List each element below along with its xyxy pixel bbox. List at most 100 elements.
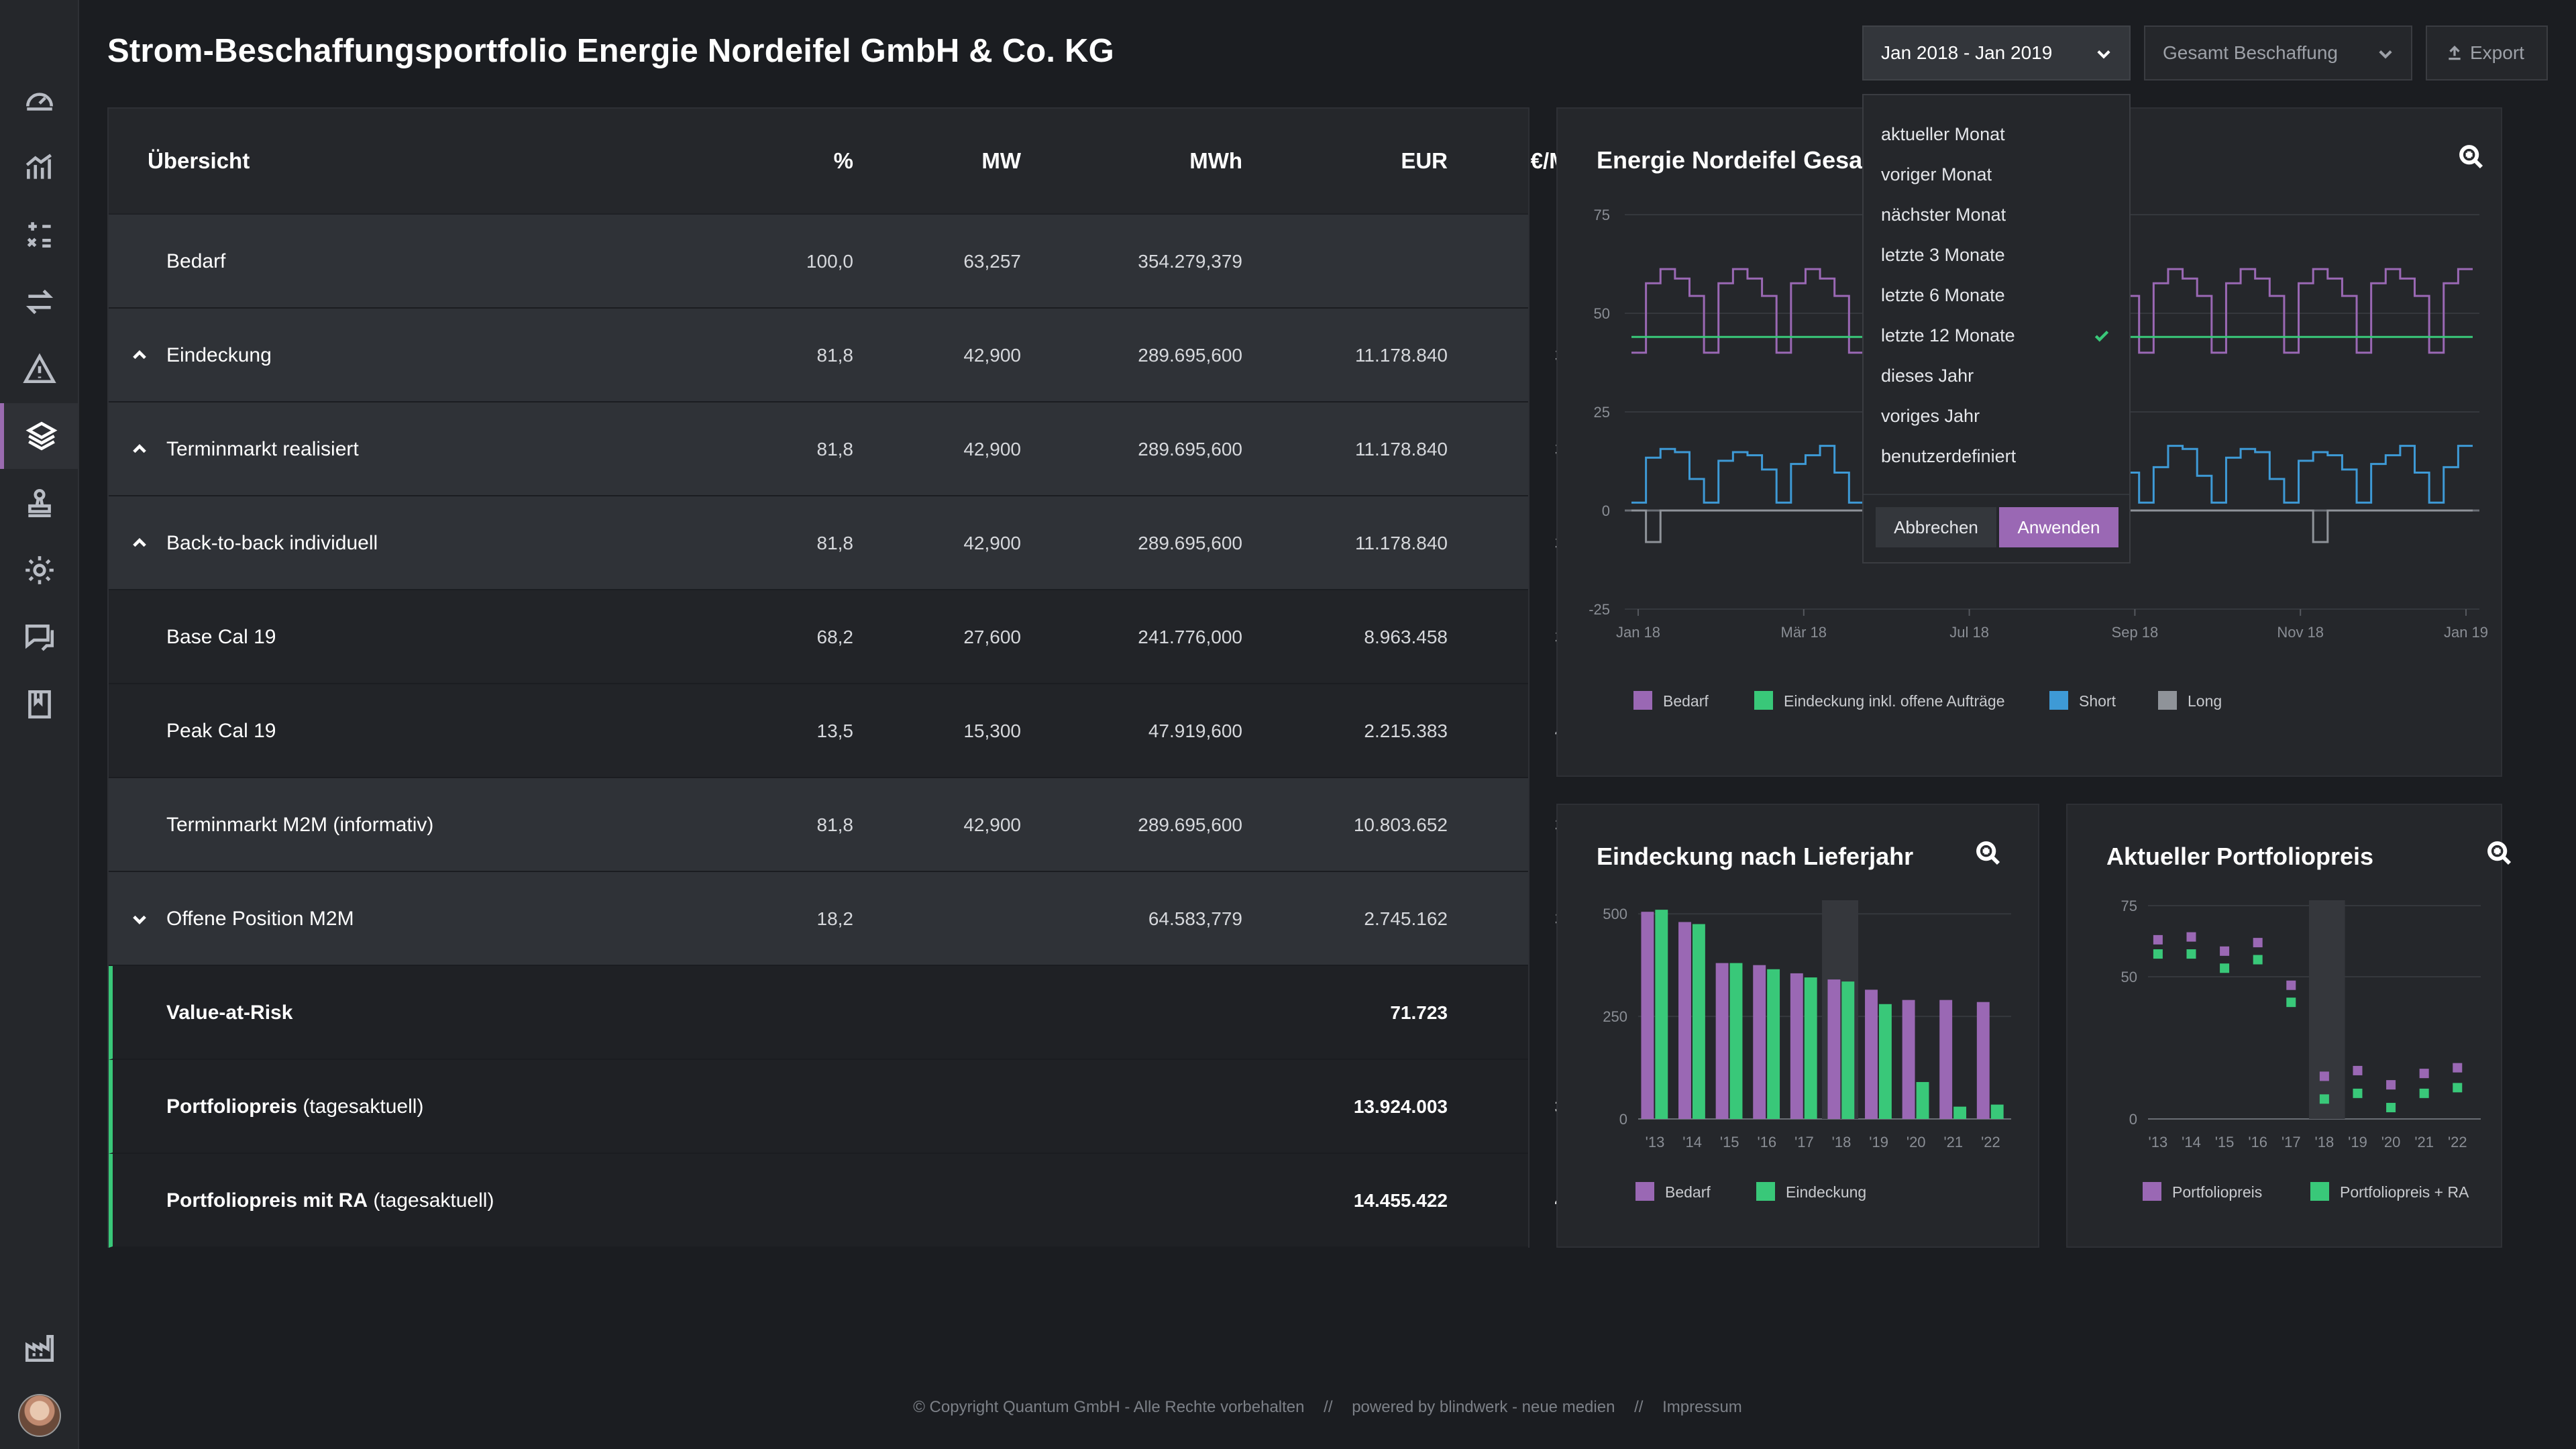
date-range-select[interactable]: Jan 2018 - Jan 2019 xyxy=(1862,25,2131,80)
x-tick-label: Sep 18 xyxy=(2112,624,2159,641)
nav-messages[interactable] xyxy=(0,604,79,670)
row-mwh: 289.695,600 xyxy=(1138,345,1242,366)
x-tick-label: '14 xyxy=(1682,1134,1702,1150)
x-tick-label: '13 xyxy=(2149,1134,2168,1150)
footer: © Copyright Quantum GmbH - Alle Rechte v… xyxy=(0,1398,2576,1417)
scope-value: Gesamt Beschaffung xyxy=(2163,42,2338,63)
dropdown-option[interactable]: voriger Monat xyxy=(1864,154,2129,195)
dropdown-option[interactable]: voriges Jahr xyxy=(1864,396,2129,436)
legend-swatch xyxy=(1754,691,1773,710)
option-label: dieses Jahr xyxy=(1881,365,1974,386)
table-row[interactable]: Back-to-back individuell 81,8 42,900 289.69… xyxy=(109,496,1602,590)
warning-icon xyxy=(23,353,56,384)
table-row[interactable]: Terminmarkt realisiert 81,8 42,900 289.695,… xyxy=(109,402,1602,496)
nav-warnings[interactable] xyxy=(0,336,79,402)
chevron-down-icon xyxy=(2376,44,2395,63)
point-portfoliopreis xyxy=(2353,1065,2363,1075)
bar-eindeckung xyxy=(1953,1106,1967,1119)
chevron-down-icon[interactable] xyxy=(130,910,149,928)
stamp-icon xyxy=(28,488,51,518)
nav-transfer[interactable] xyxy=(0,269,79,335)
dropdown-option[interactable]: letzte 3 Monate xyxy=(1864,235,2129,275)
bar-bedarf xyxy=(1790,973,1803,1119)
row-pct: 81,8 xyxy=(816,533,854,553)
bar-bedarf xyxy=(1902,1000,1915,1119)
scope-select[interactable]: Gesamt Beschaffung xyxy=(2144,25,2412,80)
point-portfoliopreis-ra xyxy=(2419,1088,2429,1098)
point-portfoliopreis-ra xyxy=(2153,949,2163,959)
row-label: Bedarf xyxy=(166,250,226,272)
nav-settings[interactable] xyxy=(0,537,79,603)
summary-label-main: Value-at-Risk xyxy=(166,1002,293,1024)
dropdown-option[interactable]: letzte 6 Monate xyxy=(1864,275,2129,315)
nav-stamp[interactable] xyxy=(0,470,79,536)
row-mw: 42,900 xyxy=(963,814,1021,835)
legend-swatch xyxy=(1635,1182,1654,1201)
row-mwh: 241.776,000 xyxy=(1138,627,1242,647)
row-label: Terminmarkt M2M (informativ) xyxy=(166,814,434,836)
x-tick-label: '20 xyxy=(1907,1134,1926,1150)
point-portfoliopreis-ra xyxy=(2220,963,2230,973)
nav-portfolio[interactable] xyxy=(0,403,79,469)
legend-swatch xyxy=(2310,1182,2329,1201)
summary-label-suffix: (tagesaktuell) xyxy=(297,1095,424,1118)
x-tick-label: '16 xyxy=(2248,1134,2267,1150)
chevron-up-icon[interactable] xyxy=(130,534,149,553)
dropdown-option[interactable]: aktueller Monat xyxy=(1864,114,2129,154)
current-year-band xyxy=(2309,900,2345,1119)
chat-icon xyxy=(25,625,54,651)
layers-icon xyxy=(25,421,58,451)
nav-dashboard[interactable] xyxy=(0,68,79,133)
table-row[interactable]: Eindeckung 81,8 42,900 289.695,600 11.178.84… xyxy=(109,309,1602,402)
table-row: Peak Cal 19 13,5 15,300 47.919,600 2.215.383… xyxy=(109,684,1602,778)
dropdown-divider xyxy=(1864,494,2129,495)
x-tick-label: '16 xyxy=(1757,1134,1776,1150)
calculator-icon xyxy=(27,222,51,248)
chevron-up-icon[interactable] xyxy=(130,346,149,365)
col-header-mwh: MWh xyxy=(1189,148,1242,173)
footer-copyright: © Copyright Quantum GmbH - Alle Rechte v… xyxy=(913,1398,1305,1416)
legend-swatch xyxy=(2158,691,2177,710)
row-label: Offene Position M2M xyxy=(166,908,354,930)
dropdown-option[interactable]: letzte 12 Monate xyxy=(1864,315,2129,356)
footer-powered-link[interactable]: powered by blindwerk - neue medien xyxy=(1352,1398,1615,1416)
y-tick-label: 250 xyxy=(1603,1008,1627,1025)
dropdown-option[interactable]: dieses Jahr xyxy=(1864,356,2129,396)
summary-label-suffix: (tagesaktuell) xyxy=(368,1189,494,1212)
point-portfoliopreis-ra xyxy=(2386,1103,2396,1113)
point-portfoliopreis xyxy=(2386,1080,2396,1090)
nav-calculator[interactable] xyxy=(0,202,79,268)
summary-row: Portfoliopreis mit RA (tagesaktuell) 14.4… xyxy=(109,1154,1602,1248)
table-row[interactable]: Offene Position M2M 18,2 64.583,779 2.745.1… xyxy=(109,872,1602,966)
option-label: letzte 6 Monate xyxy=(1881,284,2005,305)
point-portfoliopreis-ra xyxy=(2286,998,2296,1008)
footer-impressum-link[interactable]: Impressum xyxy=(1662,1398,1742,1416)
dropdown-option[interactable]: benutzerdefiniert xyxy=(1864,436,2129,476)
cancel-button[interactable]: Abbrechen xyxy=(1876,507,1996,547)
x-tick-label: '15 xyxy=(1720,1134,1739,1150)
apply-button[interactable]: Anwenden xyxy=(1999,507,2118,547)
nav-docs[interactable] xyxy=(0,672,79,737)
point-portfoliopreis xyxy=(2253,938,2263,948)
coverage-bar-chart: 500 250 0 '13 '14 '15 '16 '17 '18 '19 '20 '21 '22 Bed… xyxy=(1603,900,2011,1201)
y-tick-label: 0 xyxy=(1602,502,1610,519)
bar-bedarf xyxy=(1641,912,1654,1119)
nav-plants[interactable] xyxy=(0,1315,79,1381)
y-tick-label: 0 xyxy=(2129,1111,2137,1128)
bar-eindeckung xyxy=(1655,910,1668,1119)
y-tick-label: 500 xyxy=(1603,906,1627,922)
chevron-up-icon[interactable] xyxy=(130,440,149,459)
summary-label: Portfoliopreis (tagesaktuell) xyxy=(166,1060,423,1154)
row-label: Back-to-back individuell xyxy=(166,532,378,554)
table-row: Base Cal 19 68,2 27,600 241.776,000 8.963.45… xyxy=(109,590,1602,684)
nav-analytics[interactable] xyxy=(0,135,79,201)
legend-swatch xyxy=(2049,691,2068,710)
bar-bedarf xyxy=(1976,1002,1990,1119)
export-button[interactable]: Export xyxy=(2426,25,2548,80)
dropdown-option[interactable]: nächster Monat xyxy=(1864,195,2129,235)
bar-eindeckung xyxy=(1729,963,1743,1119)
bar-chart-icon xyxy=(25,154,52,179)
sidebar xyxy=(0,0,79,1449)
x-tick-label: Jan 18 xyxy=(1616,624,1660,641)
point-portfoliopreis xyxy=(2186,932,2196,942)
